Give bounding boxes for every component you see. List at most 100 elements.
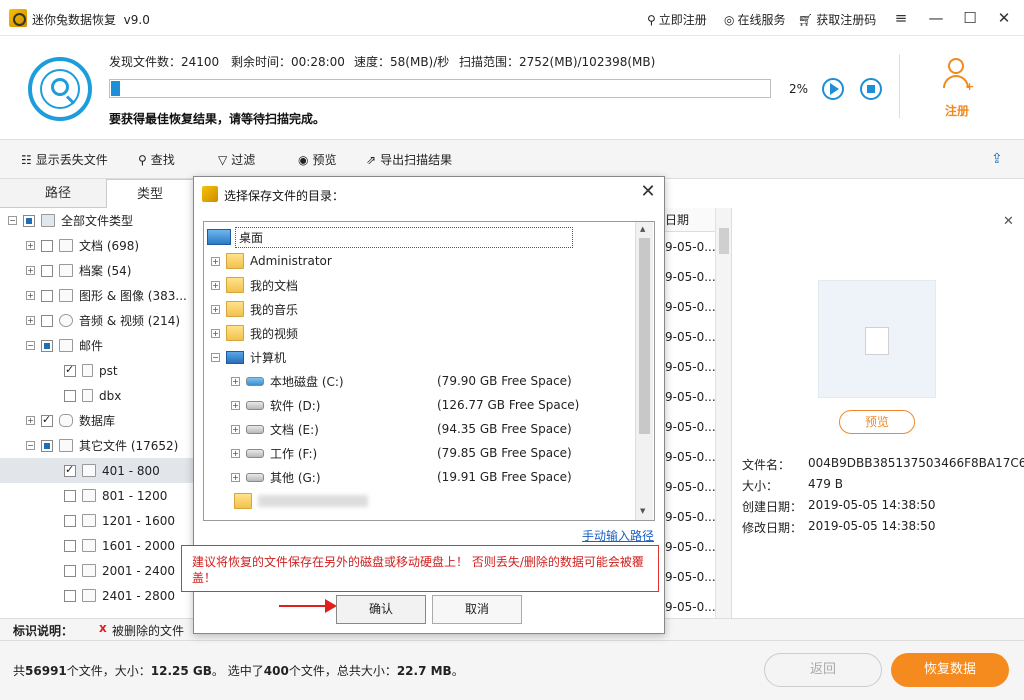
tree-checkbox[interactable] [41, 289, 53, 302]
table-row[interactable]: 9-05-0... [664, 442, 716, 472]
confirm-button[interactable]: 确认 [336, 595, 426, 624]
expand-icon[interactable]: + [26, 416, 35, 425]
cancel-button[interactable]: 取消 [432, 595, 522, 624]
tree-item[interactable]: 801 - 1200 [0, 483, 193, 508]
tree-node-blurred[interactable] [204, 489, 654, 513]
expand-icon[interactable]: + [26, 291, 35, 300]
tree-checkbox[interactable] [64, 514, 76, 527]
expand-icon[interactable]: + [231, 376, 240, 386]
expand-icon[interactable]: + [231, 472, 240, 482]
tree-item[interactable]: 1601 - 2000 [0, 533, 193, 558]
online-service-link[interactable]: ◎ 在线服务 [724, 11, 786, 28]
tree-item[interactable]: 2401 - 2800 [0, 583, 193, 608]
collapse-icon[interactable]: − [26, 341, 35, 350]
show-lost-button[interactable]: ☷ 显示丢失文件 [21, 151, 108, 168]
share-icon[interactable]: ⇪ [991, 151, 1003, 167]
table-row[interactable]: 9-05-0... [664, 322, 716, 352]
table-row[interactable]: 9-05-0... [664, 262, 716, 292]
dialog-close-icon[interactable]: ✕ [637, 181, 659, 203]
tree-item[interactable]: − 其它文件 (17652) [0, 433, 193, 458]
expand-icon[interactable]: + [231, 424, 240, 434]
get-code-link[interactable]: 🛒︎ 获取注册码 [798, 11, 876, 28]
tree-checkbox[interactable] [41, 413, 53, 427]
expand-icon[interactable]: + [211, 256, 220, 266]
tree-checkbox[interactable] [64, 564, 76, 577]
tree-checkbox[interactable] [64, 589, 76, 602]
pause-button[interactable] [822, 78, 844, 100]
table-row[interactable]: 9-05-0... [664, 412, 716, 442]
preview-toolbar-button[interactable]: ◉ 预览 [298, 151, 337, 168]
register-link[interactable]: ⚲ 立即注册 [647, 11, 707, 28]
back-button[interactable]: 返回 [764, 653, 882, 687]
expand-icon[interactable]: + [231, 400, 240, 410]
tree-item[interactable]: 1201 - 1600 [0, 508, 193, 533]
tree-node-desktop[interactable]: 桌面 [204, 225, 654, 249]
scroll-down-icon[interactable]: ▼ [640, 507, 645, 515]
tree-checkbox[interactable] [41, 314, 53, 327]
manual-path-link[interactable]: 手动输入路径 [582, 527, 654, 544]
find-button[interactable]: ⚲ 查找 [138, 151, 175, 168]
register-label[interactable]: 注册 [945, 102, 969, 119]
tree-item[interactable]: − 邮件 [0, 333, 193, 358]
tree-node-my-music[interactable]: + 我的音乐 [204, 297, 654, 321]
table-row[interactable]: 9-05-0... [664, 502, 716, 532]
table-row[interactable]: 9-05-0... [664, 562, 716, 592]
tree-item[interactable]: dbx [0, 383, 193, 408]
tree-checkbox[interactable] [41, 439, 53, 452]
tree-root[interactable]: − 全部文件类型 [0, 208, 193, 233]
tree-node-my-videos[interactable]: + 我的视频 [204, 321, 654, 345]
expand-icon[interactable]: + [26, 241, 35, 250]
tab-type[interactable]: 类型 [106, 179, 194, 208]
maximize-icon[interactable]: ☐ [959, 8, 981, 28]
tree-item[interactable]: +数据库 [0, 408, 193, 433]
scroll-up-icon[interactable]: ▲ [640, 225, 645, 233]
collapse-icon[interactable]: − [8, 216, 17, 225]
menu-icon[interactable]: ≡ [890, 8, 912, 28]
tree-item[interactable]: + 文档 (698) [0, 233, 193, 258]
tree-node-administrator[interactable]: + Administrator [204, 249, 654, 273]
table-row[interactable]: 9-05-0... [664, 532, 716, 562]
tree-node-drive-e[interactable]: + 文档 (E:) (94.35 GB Free Space) [204, 417, 654, 441]
close-preview-icon[interactable]: ✕ [1003, 214, 1014, 229]
stop-button[interactable] [860, 78, 882, 100]
table-row[interactable]: 9-05-0... [664, 352, 716, 382]
tree-node-drive-c[interactable]: + 本地磁盘 (C:) (79.90 GB Free Space) [204, 369, 654, 393]
dialog-scrollbar[interactable]: ▲ ▼ [635, 222, 653, 520]
tree-node-drive-g[interactable]: + 其他 (G:) (19.91 GB Free Space) [204, 465, 654, 489]
expand-icon[interactable]: + [211, 328, 220, 338]
tree-item[interactable]: pst [0, 358, 193, 383]
close-icon[interactable]: ✕ [993, 8, 1015, 28]
tree-item[interactable]: + 音频 & 视频 (214) [0, 308, 193, 333]
tree-node-drive-d[interactable]: + 软件 (D:) (126.77 GB Free Space) [204, 393, 654, 417]
expand-icon[interactable]: + [211, 304, 220, 314]
tree-checkbox[interactable] [64, 489, 76, 502]
table-row[interactable]: 9-05-0... [664, 472, 716, 502]
tab-path[interactable]: 路径 [10, 179, 106, 208]
tree-node-computer[interactable]: − 计算机 [204, 345, 654, 369]
expand-icon[interactable]: + [26, 316, 35, 325]
export-button[interactable]: ⇗ 导出扫描结果 [366, 151, 452, 168]
expand-icon[interactable]: + [231, 448, 240, 458]
collapse-icon[interactable]: − [211, 352, 220, 362]
tree-checkbox[interactable] [64, 389, 76, 402]
preview-button[interactable]: 预览 [839, 410, 915, 434]
table-row[interactable]: 9-05-0... [664, 292, 716, 322]
table-row[interactable]: 9-05-0... [664, 232, 716, 262]
tree-checkbox[interactable] [41, 264, 53, 277]
minimize-icon[interactable]: — [925, 8, 947, 28]
tree-item[interactable]: 401 - 800 [0, 458, 193, 483]
tree-checkbox[interactable] [41, 239, 53, 252]
tree-checkbox[interactable] [23, 214, 35, 227]
tree-checkbox[interactable] [64, 539, 76, 552]
tree-node-my-documents[interactable]: + 我的文档 [204, 273, 654, 297]
expand-icon[interactable]: + [211, 280, 220, 290]
scroll-thumb[interactable] [639, 238, 650, 434]
register-button[interactable]: + [941, 58, 974, 98]
tree-checkbox[interactable] [64, 363, 76, 377]
tree-item[interactable]: 2001 - 2400 [0, 558, 193, 583]
recover-button[interactable]: 恢复数据 [891, 653, 1009, 687]
filter-button[interactable]: ▽ 过滤 [218, 151, 255, 168]
expand-icon[interactable]: + [26, 266, 35, 275]
tree-item[interactable]: + 图形 & 图像 (383... [0, 283, 193, 308]
tree-checkbox[interactable] [64, 463, 76, 477]
